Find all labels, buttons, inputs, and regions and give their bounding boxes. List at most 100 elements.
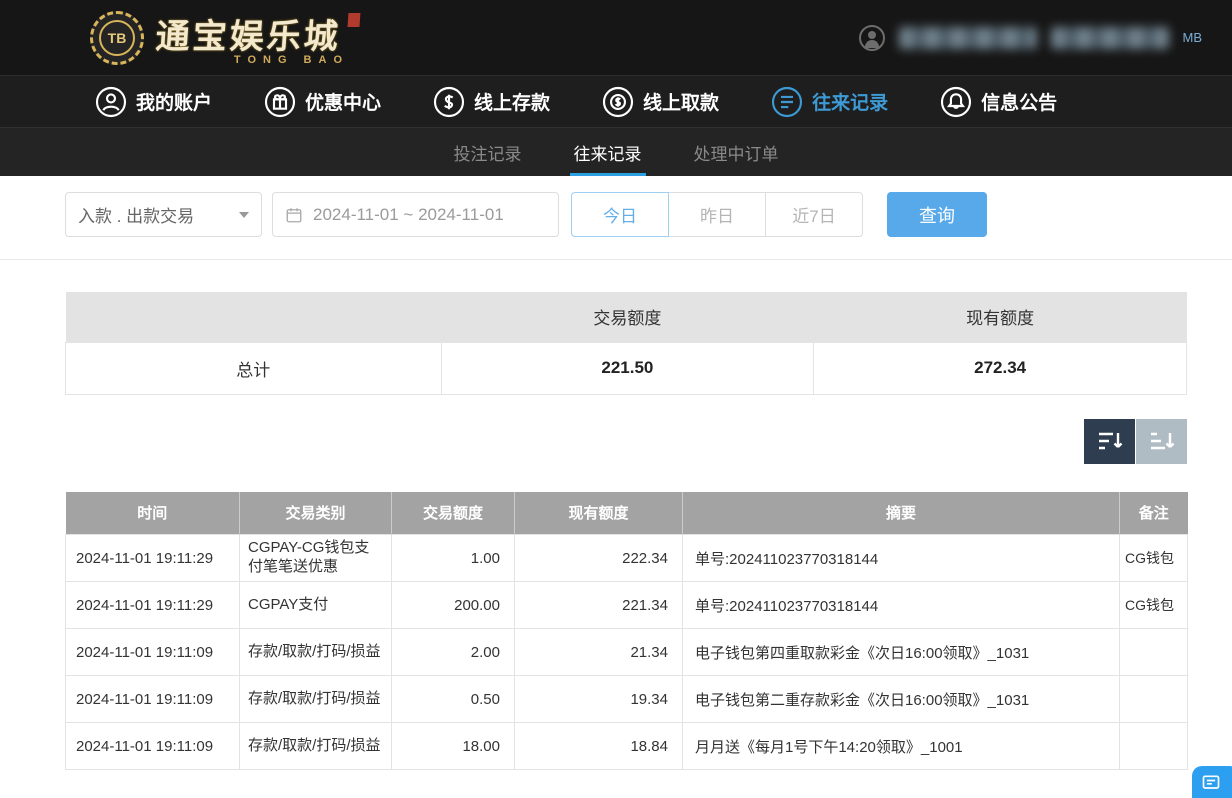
table-row: 2024-11-01 19:11:09 存款/取款/打码/损益 18.00 18… <box>66 723 1188 770</box>
nav-label: 往来记录 <box>812 88 888 115</box>
cell-summary: 电子钱包第二重存款彩金《次日16:00领取》_1031 <box>683 676 1120 723</box>
gift-icon <box>264 86 296 118</box>
top-header: TB 通宝娱乐城 TONG BAO MB <box>0 0 1232 75</box>
logo-seal <box>347 13 360 27</box>
chat-icon <box>1201 773 1221 793</box>
customer-service-button[interactable] <box>1192 766 1232 798</box>
sort-desc-icon <box>1097 430 1123 452</box>
nav-label: 信息公告 <box>981 88 1057 115</box>
date-range-input[interactable]: 2024-11-01 ~ 2024-11-01 <box>272 192 559 237</box>
cell-note <box>1120 629 1188 676</box>
header-note: 备注 <box>1120 492 1188 535</box>
tab-pending-orders[interactable]: 处理中订单 <box>690 128 783 176</box>
transaction-type-select[interactable]: 入款 . 出款交易 <box>65 192 262 237</box>
nav-announcements[interactable]: 信息公告 <box>940 86 1057 118</box>
brand-text: 通宝娱乐城 TONG BAO <box>156 9 359 66</box>
cell-type: 存款/取款/打码/损益 <box>240 723 392 770</box>
table-row: 2024-11-01 19:11:09 存款/取款/打码/损益 0.50 19.… <box>66 676 1188 723</box>
cell-balance: 21.34 <box>515 629 683 676</box>
tab-transaction-records[interactable]: 往来记录 <box>570 128 646 176</box>
cell-time: 2024-11-01 19:11:09 <box>66 676 240 723</box>
transaction-type-value: 入款 . 出款交易 <box>78 202 194 227</box>
summary-transaction-value: 221.50 <box>441 342 814 394</box>
cell-balance: 222.34 <box>515 535 683 582</box>
cell-type: 存款/取款/打码/损益 <box>240 676 392 723</box>
nav-promotions[interactable]: 优惠中心 <box>264 86 381 118</box>
cell-balance: 18.84 <box>515 723 683 770</box>
date-range-value: 2024-11-01 ~ 2024-11-01 <box>313 205 504 225</box>
quick-date-group: 今日 昨日 近7日 <box>571 192 863 237</box>
cell-note: CG钱包 <box>1120 582 1188 629</box>
nav-label: 优惠中心 <box>305 88 381 115</box>
cell-time: 2024-11-01 19:11:29 <box>66 535 240 582</box>
bell-icon <box>940 86 972 118</box>
sort-ascending-button[interactable] <box>1136 419 1187 464</box>
table-row: 2024-11-01 19:11:29 CGPAY支付 200.00 221.3… <box>66 582 1188 629</box>
cell-note: CG钱包 <box>1120 535 1188 582</box>
summary-header-empty <box>66 292 442 342</box>
summary-balance-value: 272.34 <box>814 342 1187 394</box>
nav-transaction-records[interactable]: 往来记录 <box>771 86 888 118</box>
table-row: 2024-11-01 19:11:09 存款/取款/打码/损益 2.00 21.… <box>66 629 1188 676</box>
tab-bet-records[interactable]: 投注记录 <box>450 128 526 176</box>
summary-total-label: 总计 <box>66 342 442 394</box>
deposit-coin-icon <box>433 86 465 118</box>
cell-type: CGPAY支付 <box>240 582 392 629</box>
cell-note <box>1120 723 1188 770</box>
quick-last7days-button[interactable]: 近7日 <box>765 192 863 237</box>
cell-summary: 月月送《每月1号下午14:20领取》_1001 <box>683 723 1120 770</box>
cell-summary: 单号:202411023770318144 <box>683 535 1120 582</box>
summary-header-transaction: 交易额度 <box>441 292 814 342</box>
calendar-icon <box>285 206 303 224</box>
record-tabs: 投注记录 往来记录 处理中订单 <box>0 127 1232 176</box>
cell-time: 2024-11-01 19:11:29 <box>66 582 240 629</box>
quick-today-button[interactable]: 今日 <box>571 192 669 237</box>
withdraw-coin-icon <box>602 86 634 118</box>
section-divider <box>0 259 1232 260</box>
brand-logo[interactable]: TB 通宝娱乐城 TONG BAO <box>90 9 359 66</box>
user-avatar-icon <box>859 25 885 51</box>
nav-label: 我的账户 <box>136 88 212 115</box>
cell-time: 2024-11-01 19:11:09 <box>66 629 240 676</box>
main-nav: 我的账户 优惠中心 线上存款 线上取款 往来记录 信息公告 <box>0 75 1232 127</box>
summary-total-row: 总计 221.50 272.34 <box>66 342 1187 394</box>
chip-logo-icon: TB <box>90 11 144 65</box>
redacted-balance <box>1051 27 1169 49</box>
sort-descending-button[interactable] <box>1084 419 1135 464</box>
nav-online-withdraw[interactable]: 线上取款 <box>602 86 719 118</box>
main-content: 入款 . 出款交易 2024-11-01 ~ 2024-11-01 今日 昨日 … <box>0 176 1232 770</box>
cell-note <box>1120 676 1188 723</box>
sort-asc-icon <box>1149 430 1175 452</box>
summary-table: 交易额度 现有额度 总计 221.50 272.34 <box>65 292 1187 395</box>
cell-balance: 19.34 <box>515 676 683 723</box>
cell-amount: 200.00 <box>392 582 515 629</box>
sort-controls <box>65 419 1187 464</box>
search-button[interactable]: 查询 <box>887 192 987 237</box>
summary-header-row: 交易额度 现有额度 <box>66 292 1187 342</box>
chevron-down-icon <box>239 212 249 218</box>
nav-my-account[interactable]: 我的账户 <box>95 86 212 118</box>
user-info-area: MB <box>859 25 1203 51</box>
header-summary: 摘要 <box>683 492 1120 535</box>
balance-unit: MB <box>1183 30 1203 45</box>
cell-type: CGPAY-CG钱包支付笔笔送优惠 <box>240 535 392 582</box>
cell-balance: 221.34 <box>515 582 683 629</box>
nav-online-deposit[interactable]: 线上存款 <box>433 86 550 118</box>
cell-amount: 2.00 <box>392 629 515 676</box>
nav-label: 线上存款 <box>474 88 550 115</box>
summary-header-balance: 现有额度 <box>814 292 1187 342</box>
header-balance: 现有额度 <box>515 492 683 535</box>
records-icon <box>771 86 803 118</box>
records-table: 时间 交易类别 交易额度 现有额度 摘要 备注 2024-11-01 19:11… <box>65 492 1188 771</box>
filter-row: 入款 . 出款交易 2024-11-01 ~ 2024-11-01 今日 昨日 … <box>65 192 1187 237</box>
brand-name: 通宝娱乐城 <box>154 9 360 58</box>
cell-amount: 1.00 <box>392 535 515 582</box>
header-type: 交易类别 <box>240 492 392 535</box>
cell-amount: 18.00 <box>392 723 515 770</box>
header-time: 时间 <box>66 492 240 535</box>
header-amount: 交易额度 <box>392 492 515 535</box>
quick-yesterday-button[interactable]: 昨日 <box>668 192 766 237</box>
table-header-row: 时间 交易类别 交易额度 现有额度 摘要 备注 <box>66 492 1188 535</box>
cell-time: 2024-11-01 19:11:09 <box>66 723 240 770</box>
cell-type: 存款/取款/打码/损益 <box>240 629 392 676</box>
